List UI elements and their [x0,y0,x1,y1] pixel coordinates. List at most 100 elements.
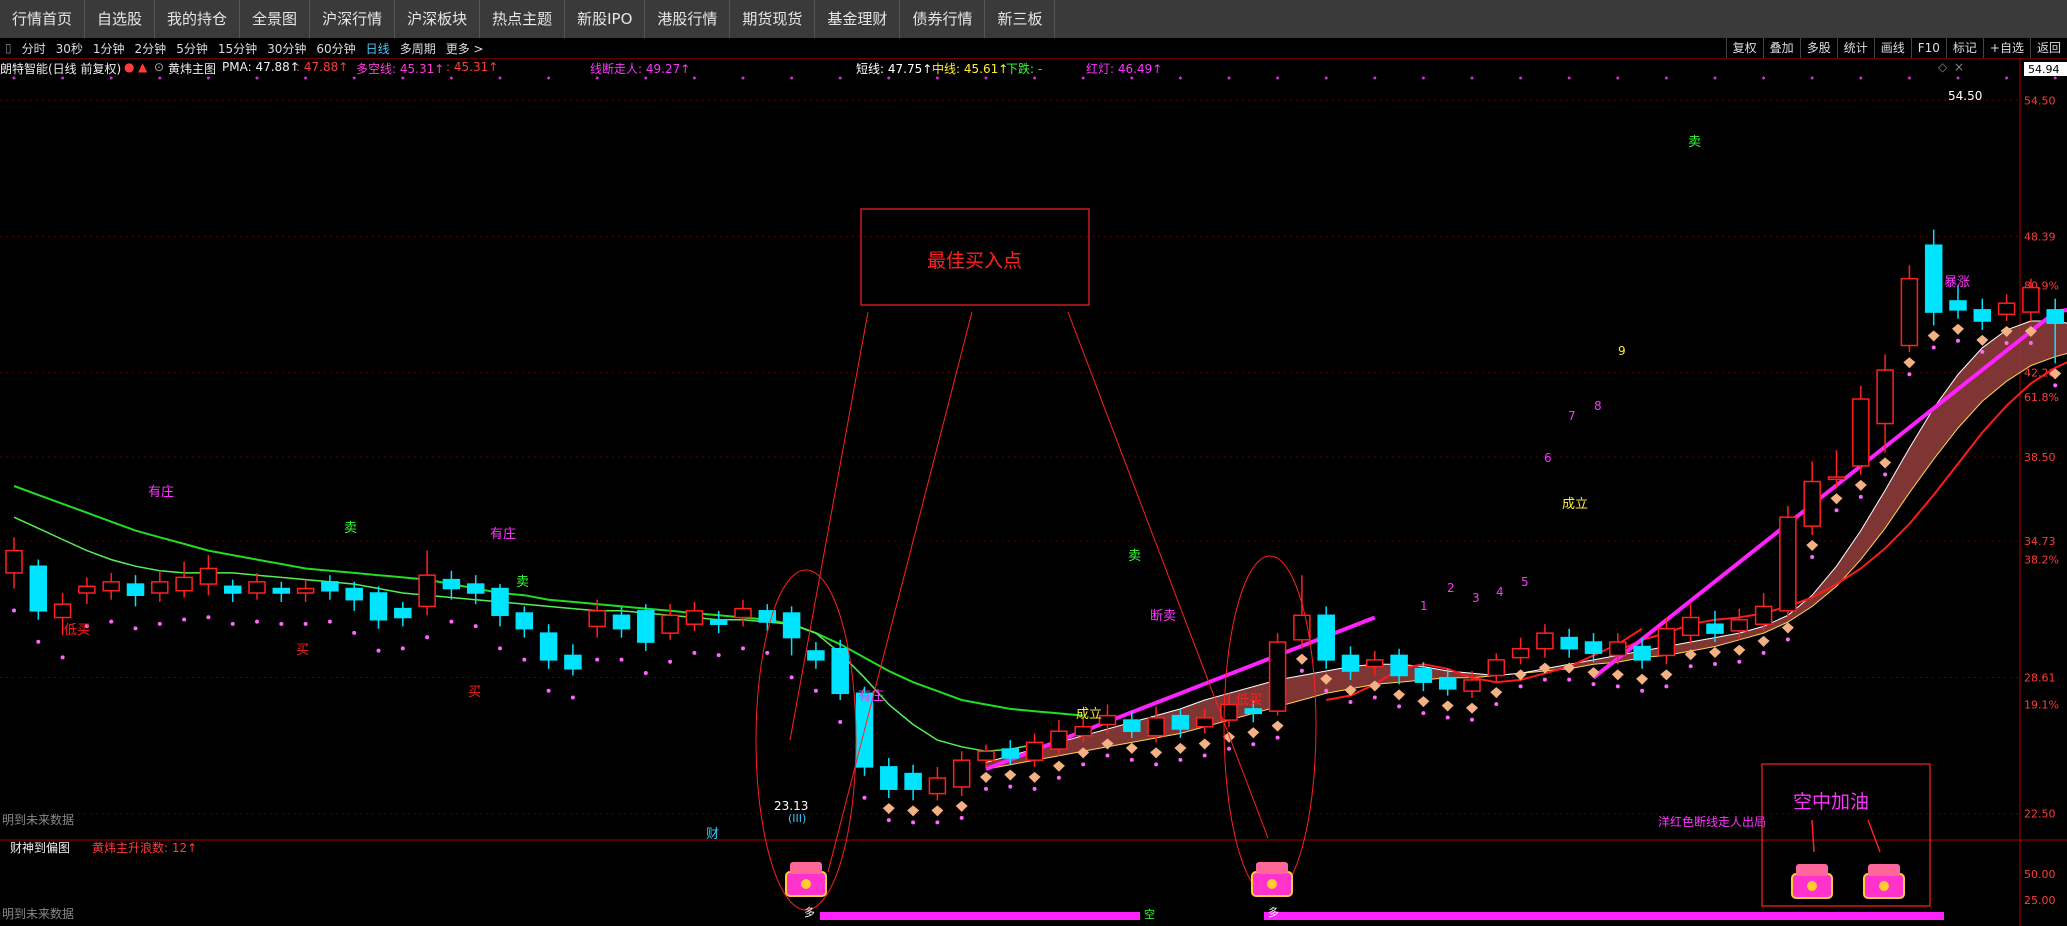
candle-body-16 [394,607,412,619]
nav-item-6[interactable]: 热点主题 [480,0,566,38]
dot-marker-52 [1275,735,1280,740]
top-dot-34 [838,76,842,80]
toolbar-button-8[interactable]: 返回 [2029,38,2067,58]
dot-marker-8 [206,615,211,620]
candle-body-34 [831,647,849,695]
candle-body-72 [1754,605,1773,625]
dot-marker-6 [157,621,162,626]
candle-body-60 [1463,679,1481,692]
last-price-label: 54.94 [2028,63,2060,76]
diamond-marker-46 [1125,742,1138,754]
toolbar-button-1[interactable]: 叠加 [1762,38,1800,58]
nav-item-5[interactable]: 沪深板块 [395,0,481,38]
top-dot-72 [1762,76,1766,80]
nav-item-0[interactable]: 行情首页 [0,0,86,38]
dot-marker-77 [1883,472,1888,477]
y-pct-label: 61.8% [2024,391,2059,404]
period-7[interactable]: 60分钟 [311,40,360,57]
sell-label-4: 卖 [1688,135,1701,150]
nav-item-11[interactable]: 债券行情 [900,0,986,38]
nav-item-8[interactable]: 港股行情 [645,0,731,38]
nav-item-3[interactable]: 全景图 [240,0,311,38]
top-dot-48 [1178,76,1182,80]
toolbar-button-6[interactable]: 标记 [1945,38,1983,58]
period-3[interactable]: 2分钟 [130,40,172,57]
candle-body-3 [78,585,96,594]
toolbar-button-5[interactable]: F10 [1910,38,1946,58]
diamond-marker-60 [1466,702,1478,714]
candle-body-57 [1390,654,1408,677]
period-8[interactable]: 日线 [361,40,395,57]
candle-body-0 [5,549,23,574]
toolbar-button-4[interactable]: 画线 [1873,38,1911,58]
period-1[interactable]: 30秒 [51,40,88,57]
dot-marker-74 [1810,555,1815,560]
chest-icon-2-lid [1256,862,1288,874]
chest-icon-2-coin [1267,879,1277,889]
toolbar-button-7[interactable]: +自选 [1982,38,2030,58]
candle-body-17 [418,574,436,608]
dot-marker-11 [279,621,284,626]
nav-item-10[interactable]: 基金理财 [815,0,901,38]
period-6[interactable]: 30分钟 [262,40,311,57]
dot-marker-73 [1785,637,1790,642]
candle-body-70 [1706,623,1724,634]
diamond-marker-77 [1879,457,1892,469]
period-9[interactable]: 多周期 [395,40,441,57]
diamond-marker-39 [955,800,968,812]
period-4[interactable]: 5分钟 [171,40,213,57]
toolbar-button-2[interactable]: 多股 [1799,38,1837,58]
dot-marker-33 [813,688,818,693]
dot-marker-47 [1154,762,1159,767]
y-tick-label: 34.73 [2024,535,2056,548]
period-2[interactable]: 1分钟 [88,40,130,57]
toolbar-button-0[interactable]: 复权 [1725,38,1763,58]
nav-item-4[interactable]: 沪深行情 [310,0,396,38]
top-dot-40 [984,76,988,80]
diamond-marker-71 [1733,644,1746,656]
candle-body-10 [248,581,266,594]
candle-body-75 [1827,476,1846,481]
period-10[interactable]: 更多 > [441,40,489,57]
diamond-marker-78 [1903,357,1916,369]
candle-body-67 [1633,645,1651,661]
candle-body-55 [1341,654,1360,672]
top-dot-26 [644,76,648,80]
nav-item-7[interactable]: 新股IPO [565,0,646,38]
dot-marker-51 [1251,742,1256,747]
dot-marker-42 [1032,786,1037,791]
candle-body-69 [1681,616,1700,637]
chest-icon-1-coin [801,879,811,889]
best-buy-label: 最佳买入点 [927,250,1022,272]
dot-marker-65 [1591,682,1596,687]
dot-marker-45 [1105,753,1110,758]
period-5[interactable]: 15分钟 [213,40,262,57]
nav-item-1[interactable]: 自选股 [85,0,156,38]
toolbar-button-3[interactable]: 统计 [1836,38,1874,58]
collapse-icon[interactable]: ▯ [0,41,17,55]
arrow-line-1 [789,311,869,741]
dot-marker-54 [1324,688,1329,693]
top-dot-12 [304,76,308,80]
dot-marker-48 [1178,757,1183,762]
ribbon-lower-edge [985,352,2067,770]
candle-body-38 [928,777,947,795]
chest-icon-4-coin [1879,881,1889,891]
nav-item-12[interactable]: 新三板 [985,0,1056,38]
top-dot-0 [12,76,16,80]
ribbon-upper-edge [985,320,2067,763]
diamond-marker-51 [1247,727,1260,739]
period-0[interactable]: 分时 [17,40,51,57]
diamond-marker-40 [980,771,992,783]
dot-marker-13 [327,619,332,624]
dot-marker-12 [303,621,308,626]
top-dot-82 [2005,76,2009,80]
future-data-label-1: 明到未来数据 [2,812,74,827]
nav-item-9[interactable]: 期货现货 [730,0,816,38]
y-tick-label: 22.50 [2024,808,2056,821]
diamond-marker-66 [1611,669,1624,681]
top-dot-42 [1033,76,1037,80]
nav-item-2[interactable]: 我的持仓 [155,0,241,38]
candle-body-61 [1487,659,1506,677]
top-dot-76 [1859,76,1863,80]
